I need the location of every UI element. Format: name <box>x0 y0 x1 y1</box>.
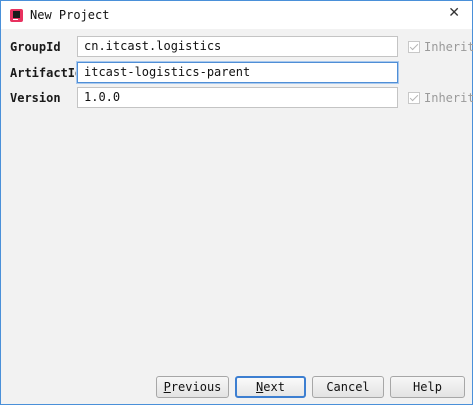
check-icon <box>408 41 420 53</box>
close-icon[interactable]: ✕ <box>448 5 460 21</box>
group-id-field[interactable]: cn.itcast.logistics <box>77 36 398 57</box>
dialog-title: New Project <box>30 8 110 22</box>
next-button[interactable]: Next <box>235 376 306 398</box>
version-inherit-label: Inherit <box>424 91 473 105</box>
group-id-inherit-checkbox[interactable]: Inherit <box>408 40 473 54</box>
version-inherit-checkbox[interactable]: Inherit <box>408 91 473 105</box>
version-field[interactable]: 1.0.0 <box>77 87 398 108</box>
help-button[interactable]: Help <box>390 376 465 398</box>
previous-button[interactable]: Previous <box>156 376 229 398</box>
next-label-rest: ext <box>263 380 285 394</box>
title-bar[interactable]: New Project ✕ <box>1 1 472 29</box>
cancel-button[interactable]: Cancel <box>312 376 384 398</box>
group-id-label: GroupId <box>10 40 61 54</box>
artifact-id-field[interactable]: itcast-logistics-parent <box>77 62 398 83</box>
artifact-id-label: ArtifactId <box>10 66 83 80</box>
version-label: Version <box>10 91 61 105</box>
next-mnemonic: N <box>256 380 264 394</box>
check-icon <box>408 92 420 104</box>
previous-label-rest: revious <box>170 380 222 394</box>
new-project-dialog: New Project ✕ GroupId cn.itcast.logistic… <box>0 0 473 405</box>
previous-mnemonic: P <box>163 380 171 394</box>
group-id-inherit-label: Inherit <box>424 40 473 54</box>
intellij-idea-icon <box>10 9 23 22</box>
